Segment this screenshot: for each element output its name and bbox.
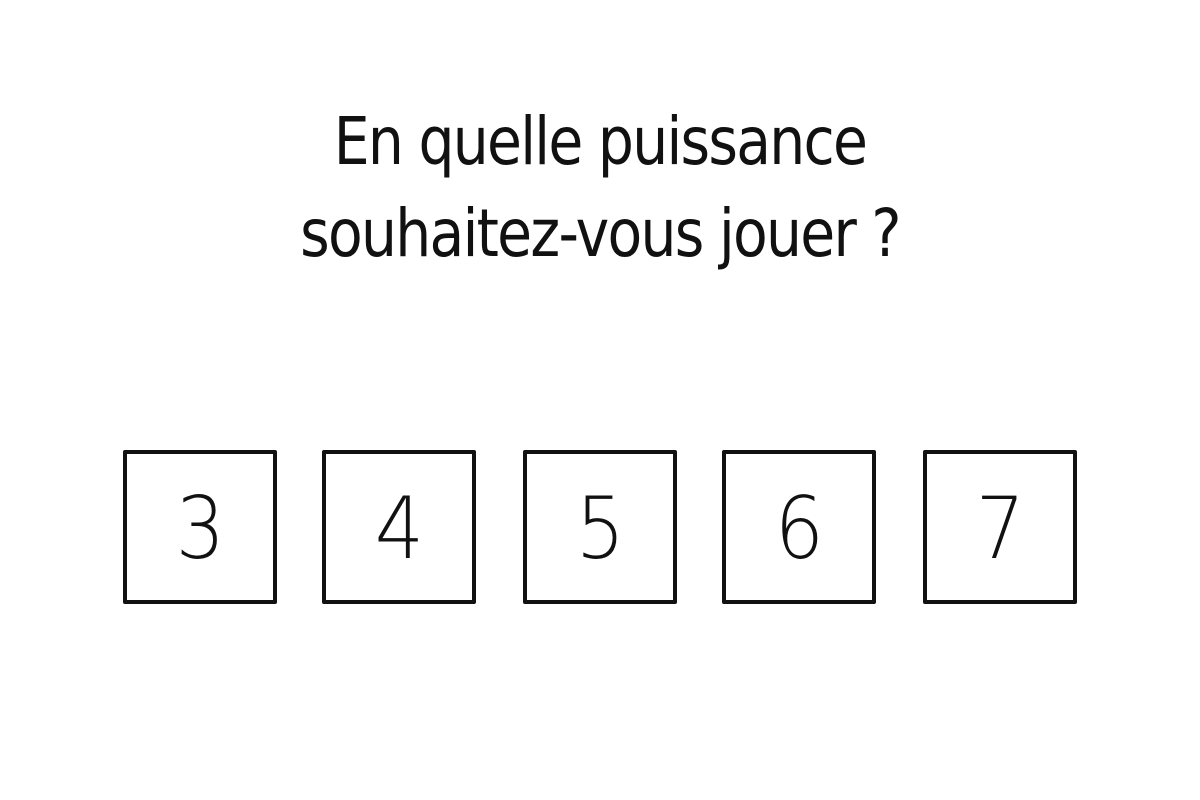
choice-button-3[interactable]: 3 xyxy=(123,450,277,604)
choice-button-6[interactable]: 6 xyxy=(722,450,876,604)
choice-button-4[interactable]: 4 xyxy=(322,450,476,604)
choice-button-7[interactable]: 7 xyxy=(923,450,1077,604)
choice-button-5[interactable]: 5 xyxy=(523,450,677,604)
choice-label: 5 xyxy=(575,479,625,579)
choice-buttons: 3 4 5 6 7 xyxy=(0,0,1200,800)
choice-label: 6 xyxy=(774,479,824,579)
choice-label: 3 xyxy=(175,479,225,579)
choice-label: 4 xyxy=(374,479,424,579)
choice-label: 7 xyxy=(975,479,1025,579)
